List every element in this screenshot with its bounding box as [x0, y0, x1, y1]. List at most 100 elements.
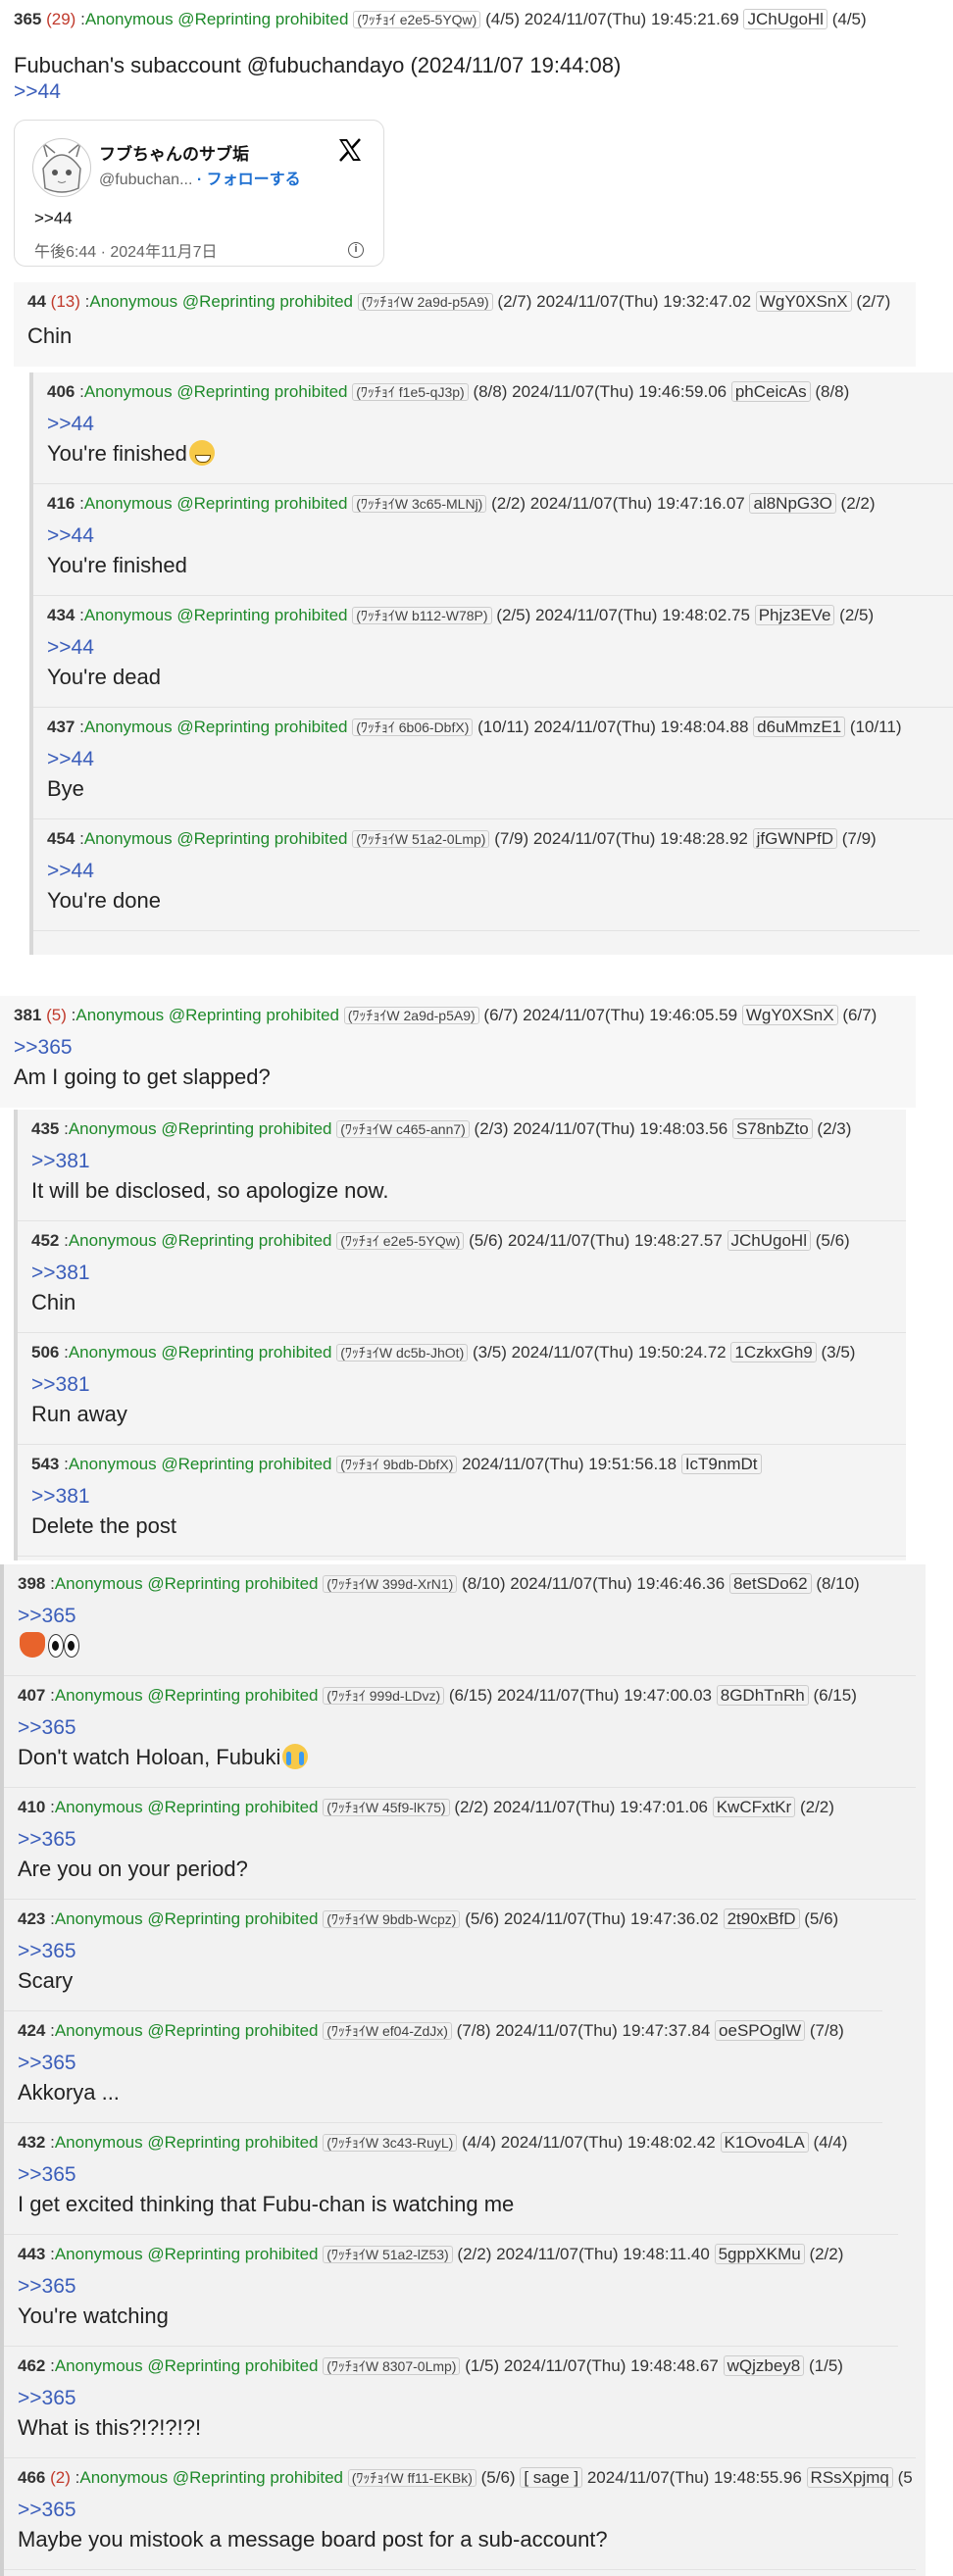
post-reference-link[interactable]: >>365: [18, 2384, 916, 2413]
poster-id[interactable]: jfGWNPfD: [752, 828, 838, 849]
post-number[interactable]: 443: [18, 2245, 45, 2263]
reply-count[interactable]: (5): [46, 1006, 67, 1024]
watcho-tag[interactable]: (ﾜｯﾁｮｲW c465-ann7): [336, 1120, 470, 1138]
tweet-time[interactable]: 午後6:44 · 2024年11月7日: [34, 238, 217, 262]
follow-link[interactable]: · フォローする: [197, 172, 301, 188]
poster-id[interactable]: wQjzbey8: [723, 2355, 805, 2376]
watcho-tag[interactable]: (ﾜｯﾁｮｲW ef04-ZdJx): [323, 2022, 452, 2040]
poster-id[interactable]: oeSPOglW: [715, 2020, 806, 2041]
avatar[interactable]: [32, 138, 91, 197]
post-reference-link[interactable]: >>44: [47, 633, 953, 663]
post-number[interactable]: 452: [31, 1231, 59, 1250]
post-reference-link[interactable]: >>381: [31, 1482, 906, 1511]
poster-id[interactable]: JChUgoHl: [727, 1230, 811, 1251]
post-reference-link[interactable]: >>365: [18, 2049, 882, 2078]
post-number[interactable]: 410: [18, 1798, 45, 1816]
poster-id[interactable]: S78nbZto: [731, 1118, 813, 1139]
post-reference-link[interactable]: >>44: [47, 410, 953, 439]
post-number[interactable]: 466: [18, 2468, 45, 2487]
reply-count[interactable]: (2): [50, 2468, 71, 2487]
watcho-tag[interactable]: (ﾜｯﾁｮｲW 3c65-MLNj): [352, 495, 487, 513]
post-number[interactable]: 416: [47, 494, 75, 513]
watcho-tag[interactable]: (ﾜｯﾁｮｲW b112-W78P): [352, 607, 492, 624]
watcho-tag[interactable]: (ﾜｯﾁｮｲ 9bdb-DbfX): [336, 1456, 458, 1473]
x-logo-icon[interactable]: [336, 136, 364, 164]
poster-id[interactable]: RSsXpjmq: [806, 2467, 893, 2488]
post-number[interactable]: 434: [47, 606, 75, 624]
poster-id[interactable]: 2t90xBfD: [723, 1908, 800, 1929]
post-body: Don't watch Holoan, Fubuki: [18, 1743, 916, 1772]
poster-id[interactable]: 5gppXKMu: [714, 2244, 805, 2264]
poster-id[interactable]: IcT9nmDt: [680, 1454, 762, 1474]
reply-count[interactable]: (13): [51, 292, 80, 311]
post-number[interactable]: 423: [18, 1909, 45, 1928]
watcho-tag[interactable]: (ﾜｯﾁｮｲ 999d-LDvz): [323, 1687, 445, 1705]
watcho-tag[interactable]: (ﾜｯﾁｮｲW 45f9-lK75): [323, 1799, 450, 1816]
tweet-handle-row: @fubuchan... · フォローする: [99, 166, 301, 189]
poster-id[interactable]: WgY0XSnX: [755, 291, 852, 312]
post-number[interactable]: 462: [18, 2356, 45, 2375]
post-reference-link[interactable]: >>381: [31, 1370, 906, 1400]
poster-id[interactable]: phCeicAs: [730, 381, 811, 402]
post-header: 435 :Anonymous @Reprinting prohibited (ﾜ…: [31, 1117, 906, 1141]
poster-id[interactable]: K1Ovo4LA: [720, 2132, 809, 2153]
tweet-handle[interactable]: @fubuchan...: [99, 172, 192, 188]
post-reference-link[interactable]: >>365: [18, 2160, 898, 2190]
embedded-tweet-card[interactable]: フブちゃんのサブ垢 @fubuchan... · フォローする >>44 午後6…: [14, 120, 384, 267]
post-number[interactable]: 406: [47, 382, 75, 401]
poster-id[interactable]: KwCFxtKr: [712, 1797, 796, 1817]
post-reference-link[interactable]: >>365: [18, 1713, 916, 1743]
poster-id[interactable]: 1CzkxGh9: [730, 1342, 817, 1362]
watcho-tag[interactable]: (ﾜｯﾁｮｲW 3c43-RuyL): [323, 2134, 458, 2152]
poster-id[interactable]: Phjz3EVe: [754, 605, 835, 625]
post-reference-link[interactable]: >>381: [31, 1147, 906, 1176]
post-reference-link[interactable]: >>381: [31, 1259, 906, 1288]
post-number[interactable]: 381: [14, 1006, 41, 1024]
watcho-tag[interactable]: (ﾜｯﾁｮｲW 2a9d-p5A9): [343, 1007, 479, 1024]
post-reference-link[interactable]: >>365: [18, 1825, 916, 1855]
post-reference-link[interactable]: >>365: [18, 1937, 882, 1966]
post-reference-link[interactable]: >>44: [47, 521, 953, 551]
poster-name: Anonymous @Reprinting prohibited: [54, 1574, 319, 1593]
post-number[interactable]: 398: [18, 1574, 45, 1593]
watcho-tag[interactable]: (ﾜｯﾁｮｲW 8307-0Lmp): [323, 2357, 461, 2375]
watcho-tag[interactable]: (ﾜｯﾁｮｲ 6b06-DbfX): [352, 718, 474, 736]
post-number[interactable]: 365: [14, 10, 41, 28]
tweet-display-name[interactable]: フブちゃんのサブ垢: [99, 140, 249, 165]
watcho-tag[interactable]: (ﾜｯﾁｮｲW 399d-XrN1): [323, 1575, 458, 1593]
watcho-tag[interactable]: (ﾜｯﾁｮｲ e2e5-5YQw): [336, 1232, 465, 1250]
watcho-tag[interactable]: (ﾜｯﾁｮｲ e2e5-5YQw): [353, 11, 481, 28]
post-number[interactable]: 543: [31, 1455, 59, 1473]
poster-id[interactable]: 8etSDo62: [728, 1573, 812, 1594]
post-number[interactable]: 44: [27, 292, 46, 311]
watcho-tag[interactable]: (ﾜｯﾁｮｲW 2a9d-p5A9): [357, 293, 493, 311]
info-icon[interactable]: i: [348, 242, 364, 258]
watcho-tag[interactable]: (ﾜｯﾁｮｲW 9bdb-Wcpz): [323, 1910, 461, 1928]
post-number[interactable]: 407: [18, 1686, 45, 1705]
post-reference-link[interactable]: >>365: [18, 2496, 916, 2525]
reply-count[interactable]: (29): [46, 10, 75, 28]
post-reference-link[interactable]: >>365: [18, 1602, 916, 1631]
post-reference-link[interactable]: >>44: [14, 80, 953, 104]
watcho-tag[interactable]: (ﾜｯﾁｮｲW ff11-EKBk): [347, 2469, 476, 2487]
post-number[interactable]: 432: [18, 2133, 45, 2152]
post-reference-link[interactable]: >>44: [47, 857, 920, 886]
watcho-tag[interactable]: (ﾜｯﾁｮｲW 51a2-0Lmp): [352, 830, 490, 848]
post-number[interactable]: 435: [31, 1119, 59, 1138]
post-reference-link[interactable]: >>365: [18, 2272, 898, 2302]
post-number[interactable]: 506: [31, 1343, 59, 1362]
watcho-tag[interactable]: (ﾜｯﾁｮｲW dc5b-JhOt): [336, 1344, 469, 1362]
post-number[interactable]: 424: [18, 2021, 45, 2040]
poster-id[interactable]: JChUgoHl: [743, 9, 828, 29]
poster-id[interactable]: d6uMmzE1: [753, 717, 846, 737]
poster-id[interactable]: 8GDhTnRh: [716, 1685, 809, 1706]
poster-id[interactable]: WgY0XSnX: [741, 1005, 838, 1025]
post-reference-link[interactable]: >>365: [14, 1033, 916, 1063]
post-number[interactable]: 454: [47, 829, 75, 848]
poster-id[interactable]: al8NpG3O: [749, 493, 836, 514]
watcho-tag[interactable]: (ﾜｯﾁｮｲ f1e5-qJ3p): [352, 383, 469, 401]
post-number[interactable]: 437: [47, 718, 75, 736]
post-reference-link[interactable]: >>44: [47, 745, 953, 774]
watcho-tag[interactable]: (ﾜｯﾁｮｲW 51a2-lZ53): [323, 2246, 453, 2263]
post-ratio-2: (1/5): [809, 2356, 843, 2375]
